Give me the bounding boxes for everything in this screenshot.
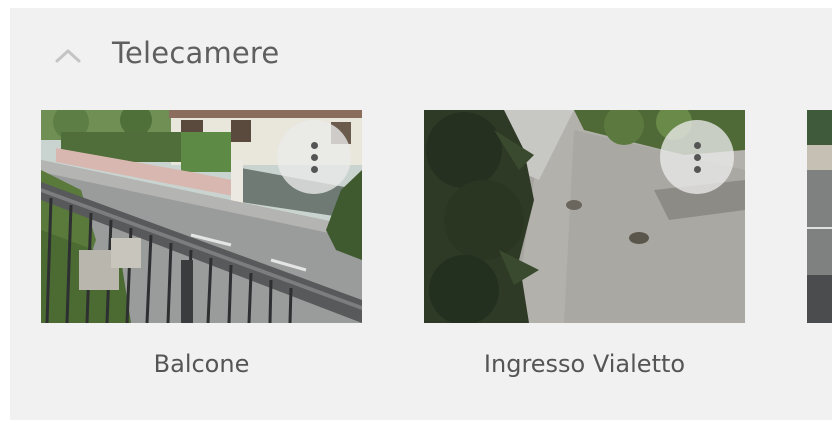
camera-card-ingresso-vialetto[interactable]: Ingresso Vialetto — [424, 110, 745, 390]
section-header[interactable]: Telecamere — [10, 8, 832, 108]
section-title: Telecamere — [112, 36, 280, 70]
camera-thumbnail[interactable] — [807, 110, 832, 323]
camera-section-panel: Telecamere Balcone Ingresso Vialetto — [10, 8, 832, 420]
camera-thumbnail[interactable] — [41, 110, 362, 323]
camera-menu-button[interactable] — [660, 120, 734, 194]
camera-snapshot-image — [807, 110, 832, 323]
camera-name-label: Ingresso Vialetto — [483, 350, 686, 378]
camera-name-label: Balcone — [153, 350, 250, 378]
camera-menu-button[interactable] — [277, 120, 351, 194]
camera-thumbnail[interactable] — [424, 110, 745, 323]
chevron-up-icon[interactable] — [54, 46, 82, 66]
camera-card-partial[interactable] — [807, 110, 832, 390]
camera-card-balcone[interactable]: Balcone — [41, 110, 362, 390]
